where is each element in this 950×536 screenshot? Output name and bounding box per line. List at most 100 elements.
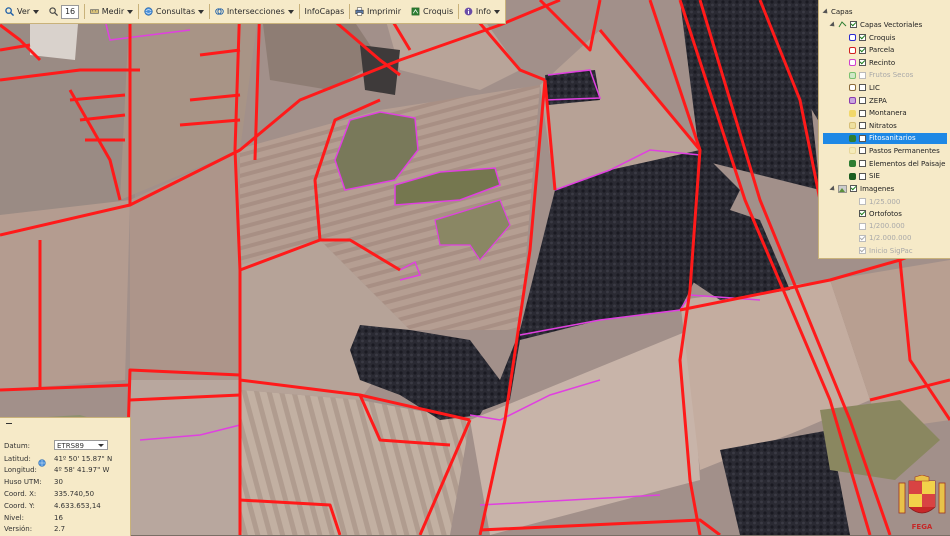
layer-symbol-icon [849, 160, 856, 167]
layer-checkbox[interactable] [859, 234, 866, 242]
coordy-value: 4.633.653,14 [54, 501, 101, 510]
layer-label: Nitratos [869, 121, 897, 130]
intersecciones-label: Intersecciones [226, 7, 285, 16]
latitud-value: 41º 50' 15.87" N [54, 454, 113, 463]
chevron-down-icon [198, 9, 205, 14]
layer-checkbox[interactable] [859, 247, 866, 255]
layer-symbol-icon [849, 71, 856, 79]
image-layer-1-200-000[interactable]: 1/200.000 [859, 221, 905, 232]
intersection-icon [215, 8, 224, 15]
vector-group-checkbox[interactable] [850, 21, 857, 28]
longitud-row: Longitud: 4º 58' 41.97" W [4, 465, 109, 474]
layer-checkbox[interactable] [859, 46, 866, 54]
layer-checkbox[interactable] [859, 222, 866, 230]
layer-item-frutos-secos[interactable]: Frutos Secos [849, 70, 913, 81]
layer-item-recinto[interactable]: Recinto [849, 57, 895, 68]
croquis-button[interactable]: Croquis [406, 0, 458, 23]
huso-value: 30 [54, 477, 63, 486]
layer-group-vector[interactable]: Capas Vectoriales [829, 19, 923, 30]
version-row: Versión: 2.7 [4, 524, 65, 533]
ver-label: Ver [17, 7, 31, 16]
nivel-value: 16 [54, 513, 63, 522]
images-icon [838, 184, 847, 193]
chevron-down-icon [493, 9, 500, 14]
layer-checkbox[interactable] [859, 122, 866, 130]
layer-label: Frutos Secos [869, 71, 914, 80]
layer-checkbox[interactable] [859, 97, 866, 104]
layer-item-pastos-permanentes[interactable]: Pastos Permanentes [849, 145, 940, 156]
zoom-in-icon[interactable] [49, 7, 59, 16]
longitud-value: 4º 58' 41.97" W [54, 465, 110, 474]
medir-menu[interactable]: Medir [85, 0, 138, 23]
version-label: Versión: [4, 524, 33, 533]
layer-checkbox[interactable] [859, 198, 866, 205]
layer-checkbox[interactable] [859, 109, 866, 117]
collapse-icon[interactable] [6, 423, 12, 424]
infocapas-button[interactable]: InfoCapas [299, 0, 349, 23]
image-layer-inicio-sigpac[interactable]: Inicio SigPac [859, 245, 913, 256]
layer-label: 1/2.000.000 [869, 234, 912, 243]
chevron-down-icon [287, 9, 294, 14]
layer-symbol-icon [849, 172, 856, 180]
layer-item-sie[interactable]: SIE [849, 171, 880, 182]
ver-menu[interactable]: Ver [0, 0, 44, 23]
layer-group-images[interactable]: Imagenes [829, 183, 894, 194]
coordinates-panel: Datum: ETRS89 Latitud: 41º 50' 15.87" N … [0, 417, 131, 536]
layers-root[interactable]: Capas [822, 6, 853, 17]
info-menu[interactable]: Info [459, 0, 505, 23]
imprimir-button[interactable]: Imprimir [350, 0, 406, 23]
latitud-label: Latitud: [4, 454, 31, 463]
consultas-label: Consultas [155, 7, 196, 16]
layer-checkbox[interactable] [859, 160, 866, 167]
image-layer-1-25-000[interactable]: 1/25.000 [859, 196, 900, 207]
layer-symbol-icon [849, 97, 856, 104]
ortophoto-map[interactable] [0, 0, 950, 535]
coordx-label: Coord. X: [4, 489, 37, 498]
layer-item-lic[interactable]: LIC [849, 82, 880, 93]
layer-label: Recinto [869, 58, 896, 67]
layer-item-montanera[interactable]: Montanera [849, 108, 907, 119]
image-layer-ortofotos[interactable]: Ortofotos [859, 208, 902, 219]
vector-layers-icon [838, 20, 847, 27]
field-area [130, 380, 240, 535]
layer-item-croquis[interactable]: Croquis [849, 32, 895, 43]
huso-row: Huso UTM: 30 [4, 477, 63, 486]
layer-checkbox[interactable] [859, 134, 866, 142]
layer-label: ZEPA [869, 96, 887, 105]
croquis-label: Croquis [423, 7, 454, 16]
layer-checkbox[interactable] [859, 210, 866, 218]
zoom-level-input[interactable]: 16 [61, 4, 80, 19]
layer-label: SIE [869, 172, 880, 181]
layer-checkbox[interactable] [859, 71, 866, 79]
vector-group-label: Capas Vectoriales [860, 20, 923, 29]
layer-label: 1/200.000 [869, 222, 905, 231]
layer-item-fitosanitarios[interactable]: Fitosanitarios [823, 132, 947, 144]
layer-item-parcela[interactable]: Parcela [849, 45, 894, 56]
layer-label: LIC [869, 83, 880, 92]
layer-symbol-icon [849, 109, 856, 117]
images-group-checkbox[interactable] [850, 185, 857, 192]
layer-symbol-icon [849, 34, 856, 41]
layer-checkbox[interactable] [859, 172, 866, 180]
expand-arrow-icon [822, 7, 830, 16]
layer-item-zepa[interactable]: ZEPA [849, 95, 887, 106]
datum-label: Datum: [4, 441, 31, 450]
layers-panel: Capas Capas Vectoriales Croquis Parcela Re… [818, 0, 950, 259]
imprimir-label: Imprimir [366, 7, 401, 16]
intersecciones-menu[interactable]: Intersecciones [210, 0, 299, 23]
datum-select[interactable]: ETRS89 [54, 440, 108, 450]
fega-logo-text: FEGA [912, 523, 933, 531]
layer-symbol-icon [849, 122, 856, 130]
layer-checkbox[interactable] [859, 84, 866, 92]
coordx-value: 335.740,50 [54, 489, 95, 498]
layer-checkbox[interactable] [859, 34, 866, 41]
layer-checkbox[interactable] [859, 59, 866, 67]
image-layer-1-2-000-000[interactable]: 1/2.000.000 [859, 233, 911, 244]
layer-item-nitratos[interactable]: Nitratos [849, 120, 897, 131]
layer-item-elementos-del-paisaje[interactable]: Elementos del Paisaje [849, 158, 945, 169]
consultas-menu[interactable]: Consultas [139, 0, 209, 23]
layer-checkbox[interactable] [859, 147, 866, 155]
coordy-row: Coord. Y: 4.633.653,14 [4, 501, 101, 510]
main-toolbar: Ver 16 Medir Consultas Intersecciones In… [0, 0, 506, 24]
layers-root-label: Capas [831, 7, 853, 16]
